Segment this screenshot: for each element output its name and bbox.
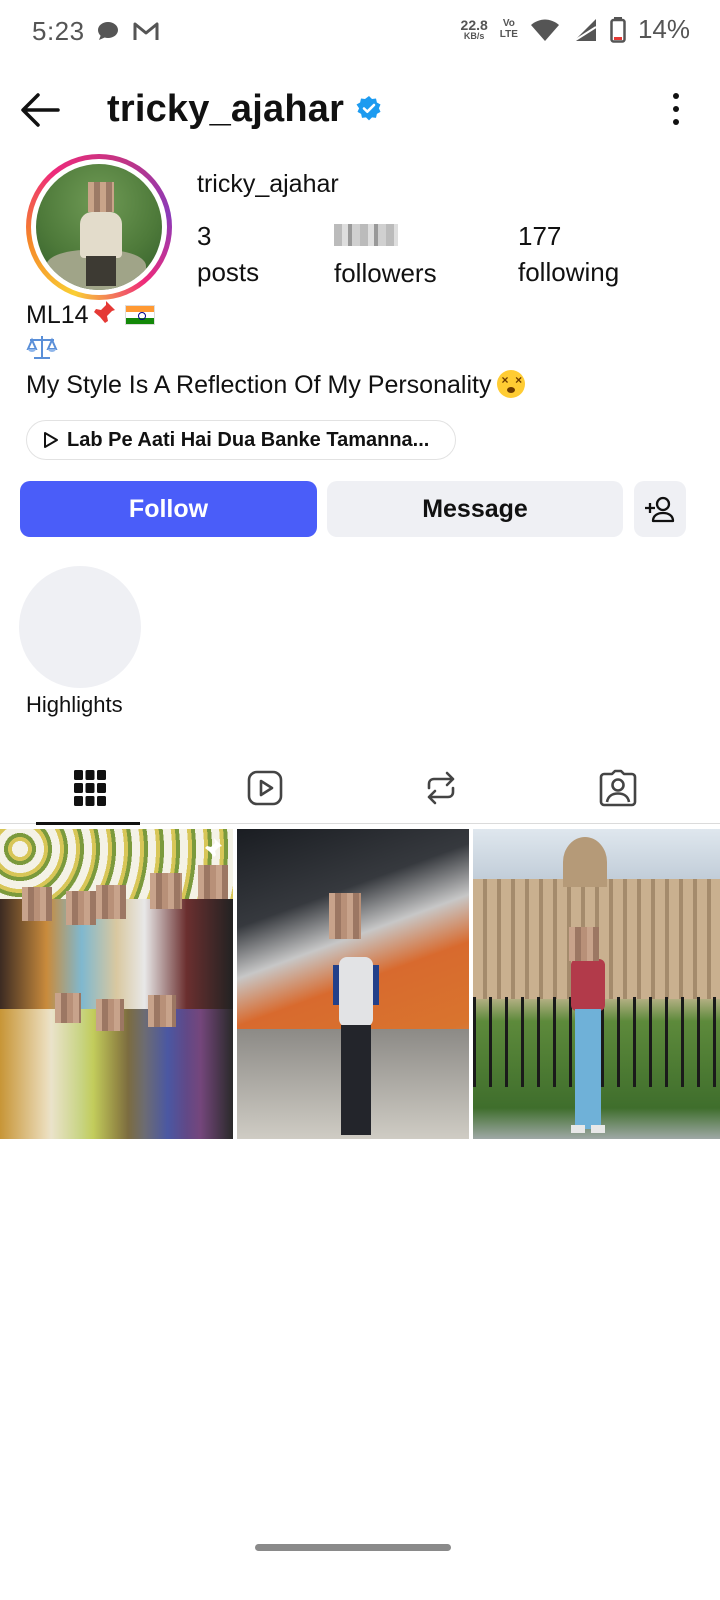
wifi-icon xyxy=(530,19,559,41)
add-person-icon xyxy=(645,496,675,523)
reposts-icon xyxy=(427,771,455,805)
post-thumbnail[interactable] xyxy=(473,829,720,1139)
bio-line-3: My Style Is A Reflection Of My Personali… xyxy=(26,368,526,403)
avatar-photo xyxy=(36,164,162,290)
chat-bubble-icon xyxy=(98,22,118,40)
page-title: tricky_ajahar xyxy=(107,88,345,130)
stat-posts[interactable]: 3 posts xyxy=(197,218,259,291)
bio-line-2 xyxy=(26,333,525,368)
following-label: following xyxy=(518,257,620,288)
grid-icon xyxy=(74,770,106,806)
followers-count xyxy=(334,218,437,255)
verified-badge-icon xyxy=(356,96,381,121)
profile-bio: ML14 My Style Is A Reflection Of My Pers… xyxy=(26,298,526,403)
stat-following[interactable]: 177 following xyxy=(518,218,619,291)
status-notification-icons xyxy=(96,20,160,42)
balance-scale-icon xyxy=(26,336,58,359)
signal-icon xyxy=(573,18,597,42)
network-speed: 22.8 KB/s xyxy=(460,17,488,41)
pushpin-icon xyxy=(92,301,115,324)
tab-reposts[interactable] xyxy=(351,752,531,824)
profile-username: tricky_ajahar xyxy=(197,170,339,198)
status-bar: 5:23 22.8 KB/s Vo LTE 14% xyxy=(0,0,720,64)
volte-indicator: Vo LTE xyxy=(499,18,518,40)
status-system-icons: 22.8 KB/s Vo LTE 14% xyxy=(461,14,690,45)
post-thumbnail[interactable] xyxy=(0,829,233,1139)
profile-tabs xyxy=(0,752,720,825)
music-title: Lab Pe Aati Hai Dua Banke Tamanna... xyxy=(67,428,430,451)
reels-icon xyxy=(247,770,283,806)
follow-button[interactable]: Follow xyxy=(20,481,317,537)
battery-icon xyxy=(610,16,626,43)
tab-reels[interactable] xyxy=(175,752,355,824)
profile-music-button[interactable]: Lab Pe Aati Hai Dua Banke Tamanna... xyxy=(26,420,457,460)
posts-grid xyxy=(0,829,720,1139)
home-indicator[interactable] xyxy=(255,1544,451,1551)
stat-followers[interactable]: followers xyxy=(334,218,437,292)
blurred-count xyxy=(334,224,398,246)
india-flag-icon xyxy=(124,305,155,325)
dizzy-face-icon xyxy=(497,370,526,398)
post-thumbnail[interactable] xyxy=(237,829,469,1139)
status-time: 5:23 xyxy=(32,16,85,46)
posts-count: 3 xyxy=(197,221,212,251)
suggest-users-button[interactable] xyxy=(634,481,686,537)
followers-label: followers xyxy=(334,258,437,289)
posts-label: posts xyxy=(197,257,260,288)
more-vertical-icon[interactable] xyxy=(670,92,682,126)
selected-tab-indicator xyxy=(36,822,140,825)
back-arrow-icon[interactable] xyxy=(18,90,62,130)
profile-header: tricky_ajahar xyxy=(0,78,720,142)
highlights-label: Highlights xyxy=(26,692,123,717)
profile-avatar[interactable] xyxy=(26,154,172,300)
message-button[interactable]: Message xyxy=(327,481,623,537)
tab-tagged[interactable] xyxy=(528,752,708,824)
following-count: 177 xyxy=(518,221,562,251)
tab-posts[interactable] xyxy=(0,752,180,825)
play-icon xyxy=(44,432,58,448)
battery-percent: 14% xyxy=(637,14,690,44)
bio-line-1: ML14 xyxy=(26,298,525,333)
pinned-post-icon xyxy=(204,838,222,858)
tagged-icon xyxy=(599,769,637,807)
gmail-icon xyxy=(133,22,159,40)
highlight-placeholder[interactable] xyxy=(19,566,141,688)
